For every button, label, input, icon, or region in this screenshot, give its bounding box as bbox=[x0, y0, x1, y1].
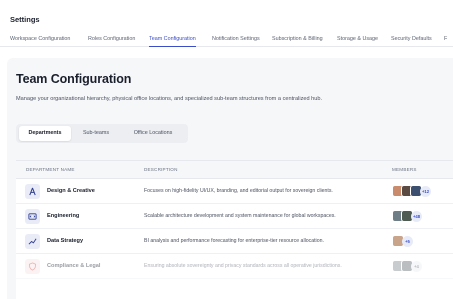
segment-departments[interactable]: Departments bbox=[19, 126, 71, 141]
tab-overflow[interactable]: F bbox=[444, 35, 447, 47]
tab-roles-configuration[interactable]: Roles Configuration bbox=[88, 35, 135, 47]
column-header-name: DEPARTMENT NAME bbox=[26, 167, 75, 172]
member-count-badge: +48 bbox=[411, 211, 422, 222]
tab-team-configuration[interactable]: Team Configuration bbox=[149, 35, 196, 47]
code-window-icon bbox=[25, 209, 40, 224]
tab-subscription-billing[interactable]: Subscription & Billing bbox=[272, 35, 323, 47]
table-row[interactable]: Design & Creative Focuses on high-fideli… bbox=[16, 179, 453, 204]
compass-icon bbox=[25, 184, 40, 199]
tab-notification-settings[interactable]: Notification Settings bbox=[212, 35, 260, 47]
page-title: Team Configuration bbox=[16, 72, 132, 86]
department-description: Focuses on high-fidelity UI/UX, branding… bbox=[144, 188, 333, 194]
department-description: BI analysis and performance forecasting … bbox=[144, 238, 324, 244]
view-switcher: Departments Sub-teams Office Locations bbox=[16, 124, 188, 143]
column-header-members: MEMBERS bbox=[392, 167, 417, 172]
shield-icon bbox=[25, 259, 40, 274]
tab-workspace-configuration[interactable]: Workspace Configuration bbox=[10, 35, 70, 47]
settings-tabs: Workspace Configuration Roles Configurat… bbox=[0, 35, 453, 47]
tab-storage-usage[interactable]: Storage & Usage bbox=[337, 35, 378, 47]
tab-security-defaults[interactable]: Security Defaults bbox=[391, 35, 432, 47]
column-header-description: DESCRIPTION bbox=[144, 167, 178, 172]
member-count-badge: +12 bbox=[420, 186, 431, 197]
page-subtitle: Manage your organizational hierarchy, ph… bbox=[16, 96, 323, 102]
table-row[interactable]: Compliance & Legal Ensuring absolute sov… bbox=[16, 254, 453, 279]
department-description: Scalable architecture development and sy… bbox=[144, 213, 336, 219]
department-name[interactable]: Data Strategy bbox=[47, 238, 83, 244]
member-count-badge: +4 bbox=[411, 261, 422, 272]
line-chart-icon bbox=[25, 234, 40, 249]
settings-title: Settings bbox=[10, 15, 40, 24]
department-description: Ensuring absolute sovereignty and privac… bbox=[144, 263, 342, 269]
departments-table: DEPARTMENT NAME DESCRIPTION MEMBERS Desi… bbox=[16, 160, 453, 299]
table-row[interactable]: Engineering Scalable architecture develo… bbox=[16, 204, 453, 229]
table-row[interactable]: Data Strategy BI analysis and performanc… bbox=[16, 229, 453, 254]
department-name[interactable]: Engineering bbox=[47, 213, 79, 219]
segment-sub-teams[interactable]: Sub-teams bbox=[74, 126, 118, 141]
department-name[interactable]: Design & Creative bbox=[47, 188, 95, 194]
top-bar: Settings Workspace Configuration Roles C… bbox=[0, 0, 453, 47]
department-name[interactable]: Compliance & Legal bbox=[47, 263, 100, 269]
member-count-badge: +5 bbox=[402, 236, 413, 247]
segment-office-locations[interactable]: Office Locations bbox=[121, 126, 185, 141]
table-header: DEPARTMENT NAME DESCRIPTION MEMBERS bbox=[16, 161, 453, 179]
